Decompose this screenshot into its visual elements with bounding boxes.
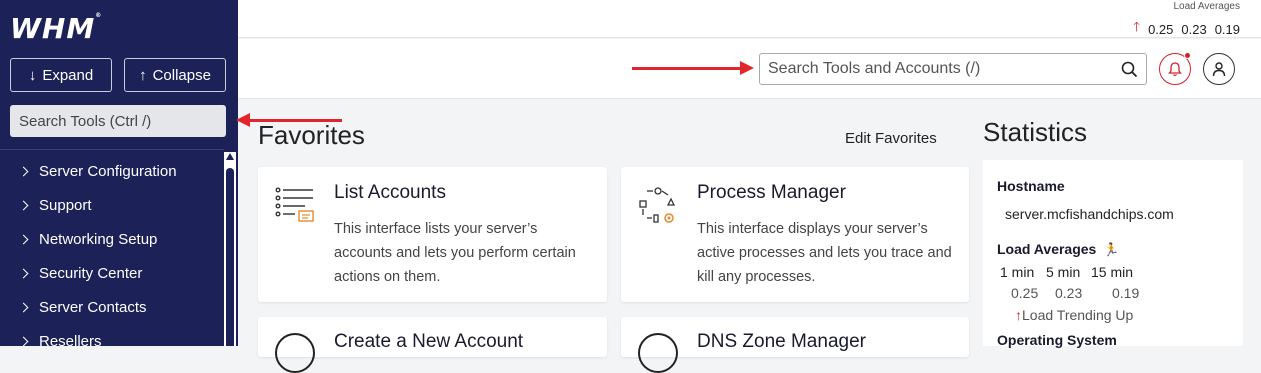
- favorites-title: Favorites: [258, 120, 365, 150]
- sidebar-item-label: Server Configuration: [39, 162, 177, 180]
- collapse-label: Collapse: [152, 66, 211, 84]
- sidebar-item-label: Security Center: [39, 264, 143, 282]
- stat-value-15min: 0.19: [1112, 285, 1140, 301]
- sidebar-item-label: Support: [39, 196, 92, 214]
- expand-label: Expand: [42, 66, 94, 84]
- chevron-right-icon: [18, 200, 29, 210]
- card-description: This interface lists your server’s accou…: [334, 221, 576, 285]
- sidebar-nav: Server Configuration Support Networking …: [0, 154, 222, 358]
- edit-favorites-link[interactable]: Edit Favorites: [845, 130, 937, 147]
- chevron-right-icon: [18, 234, 29, 244]
- list-accounts-icon: [275, 187, 314, 222]
- trend-up-icon: ↑: [1015, 307, 1022, 323]
- sidebar-item-resellers[interactable]: Resellers: [0, 324, 222, 358]
- sidebar-item-label: Server Contacts: [39, 298, 147, 316]
- favorite-card-list-accounts[interactable]: List Accounts This interface lists your …: [258, 167, 607, 302]
- sidebar-item-server-contacts[interactable]: Server Contacts: [0, 290, 222, 324]
- statistics-title: Statistics: [983, 117, 1088, 147]
- chevron-right-icon: [18, 302, 29, 312]
- expand-button[interactable]: ↓ Expand: [10, 58, 112, 92]
- sidebar-item-server-configuration[interactable]: Server Configuration: [0, 154, 222, 188]
- trend-text: Load Trending Up: [1022, 307, 1134, 323]
- search-placeholder: Search Tools and Accounts (/): [768, 60, 981, 77]
- card-title[interactable]: DNS Zone Manager: [697, 331, 866, 353]
- favorite-card-process-manager[interactable]: Process Manager This interface displays …: [621, 167, 969, 302]
- period-15min: 15 min: [1091, 264, 1134, 280]
- load-value-5min: 0.23: [1181, 21, 1207, 37]
- load-averages-title: Load Averages: [1173, 1, 1240, 12]
- card-description: This interface displays your server’s ac…: [697, 221, 952, 285]
- notification-dot: [1184, 52, 1191, 59]
- collapse-button[interactable]: ↑ Collapse: [124, 58, 226, 92]
- favorite-card-dns-zone-manager[interactable]: DNS Zone Manager: [621, 317, 969, 373]
- load-trend: ↑Load Trending Up: [1015, 307, 1133, 323]
- search-tools-accounts-input[interactable]: Search Tools and Accounts (/): [759, 53, 1147, 85]
- running-figure-icon: 🏃: [1103, 242, 1120, 257]
- search-icon[interactable]: [1121, 61, 1138, 78]
- stat-value-1min: 0.25: [1011, 285, 1039, 301]
- period-1min: 1 min: [1000, 264, 1035, 280]
- card-title[interactable]: List Accounts: [334, 182, 446, 204]
- sidebar-item-security-center[interactable]: Security Center: [0, 256, 222, 290]
- create-account-icon: [275, 333, 315, 373]
- card-title[interactable]: Create a New Account: [334, 331, 523, 353]
- sidebar-item-networking-setup[interactable]: Networking Setup: [0, 222, 222, 256]
- user-icon: [1212, 62, 1226, 77]
- whm-logo[interactable]: WHM®: [10, 12, 102, 45]
- hostname-value: server.mcfishandchips.com: [1005, 206, 1174, 222]
- chevron-right-icon: [18, 268, 29, 278]
- chevron-right-icon: [18, 166, 29, 176]
- sidebar-search-input[interactable]: Search Tools (Ctrl /): [10, 105, 226, 137]
- period-5min: 5 min: [1046, 264, 1081, 280]
- statistics-card: Hostname server.mcfishandchips.com Load …: [983, 160, 1243, 348]
- process-manager-icon: [639, 187, 676, 223]
- hostname-label: Hostname: [997, 178, 1065, 194]
- notifications-button[interactable]: [1159, 52, 1191, 85]
- sidebar-item-support[interactable]: Support: [0, 188, 222, 222]
- chevron-right-icon: [18, 336, 29, 346]
- down-arrow-icon: ↓: [28, 66, 37, 84]
- load-averages-label: Load Averages 🏃: [997, 241, 1119, 258]
- bell-icon: [1168, 61, 1182, 76]
- sidebar: WHM® ↓ Expand ↑ Collapse Search Tools (C…: [0, 0, 238, 350]
- top-bar: Load Averages 🡑 0.25 0.23 0.19: [238, 0, 1261, 38]
- sidebar-search-placeholder: Search Tools (Ctrl /): [19, 112, 152, 130]
- sidebar-item-label: Resellers: [39, 332, 102, 350]
- stat-value-5min: 0.23: [1055, 285, 1083, 301]
- dns-zone-icon: [638, 333, 678, 373]
- sidebar-item-label: Networking Setup: [39, 230, 158, 248]
- user-menu-button[interactable]: [1203, 53, 1235, 85]
- load-value-1min: 0.25: [1148, 21, 1174, 37]
- trend-up-icon: 🡑: [1133, 19, 1141, 34]
- scroll-up-arrow-icon[interactable]: [226, 153, 234, 160]
- up-arrow-icon: ↑: [139, 66, 147, 84]
- annotation-arrow-right: [632, 61, 754, 75]
- sidebar-divider: [0, 149, 224, 150]
- load-value-15min: 0.19: [1214, 21, 1240, 37]
- load-averages-label-text: Load Averages: [997, 241, 1097, 257]
- load-averages-values: 🡑 0.25 0.23 0.19: [1133, 18, 1240, 40]
- scrollbar-thumb[interactable]: [226, 168, 234, 346]
- card-title[interactable]: Process Manager: [697, 182, 846, 204]
- favorite-card-create-account[interactable]: Create a New Account: [258, 317, 607, 373]
